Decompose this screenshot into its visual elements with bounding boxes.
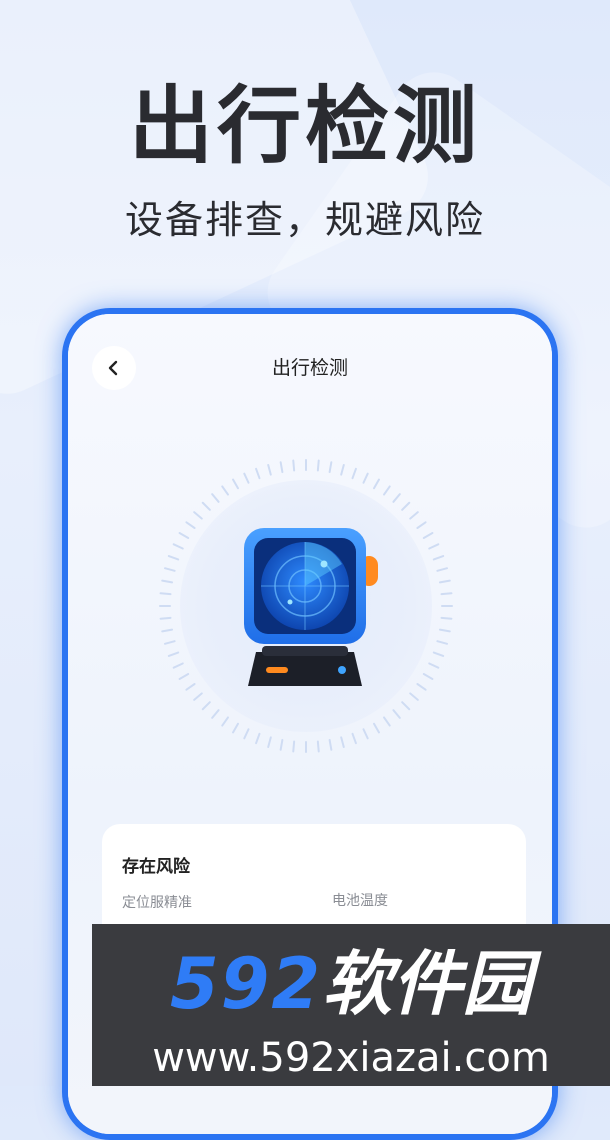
scan-tick [185,521,196,529]
scan-tick [362,472,369,484]
scan-tick [428,543,440,550]
scan-tick [255,467,261,480]
scan-tick [172,662,184,669]
scan-tick [328,738,333,751]
scan-tick [428,662,440,669]
scan-tick [416,521,427,529]
scan-tick [161,579,174,584]
scan-tick [422,673,434,680]
scan-tick [172,543,184,550]
scan-tick [161,628,174,633]
scan-tick [185,683,196,691]
scan-tick [178,532,190,539]
scan-tick [392,493,401,503]
scan-tick [163,567,176,572]
watermark-brand-number: 592 [169,943,323,1025]
scan-tick [279,461,284,474]
scan-tick [432,555,445,561]
scan-tick [373,722,380,734]
scan-tick [159,592,172,596]
scan-tick [383,485,391,496]
scan-tick [416,683,427,691]
scan-tick [211,493,220,503]
scan-tick [401,501,411,511]
scan-tick [440,616,453,620]
scan-tick [409,692,419,701]
watermark-brand-text: 软件园 [322,943,533,1025]
radar-device-icon [244,528,378,686]
hero-subtitle: 设备排查，规避风险 [124,198,485,242]
scan-tick [267,736,272,749]
watermark-logo: 592软件园 [92,942,610,1026]
scan-tick [167,555,180,561]
scan-tick [401,701,411,711]
scan-tick [163,640,176,645]
scan-tick [159,616,172,620]
scan-tick [167,651,180,657]
scan-tick [432,651,445,657]
scan-tick [409,511,419,520]
screen-title: 出行检测 [271,357,348,379]
scan-tick [232,722,239,734]
scan-tick [362,728,369,740]
scan-tick [292,740,296,753]
scan-tick [438,628,451,633]
scan-tick [383,716,391,727]
scan-tick [279,738,284,751]
scan-tick [373,478,380,490]
scan-tick [436,640,449,645]
scan-tick [438,579,451,584]
scan-tick [243,728,250,740]
risk-card-title: 存在风险 [122,857,190,877]
scan-tick [221,716,229,727]
scan-tick [193,511,203,520]
scan-tick [232,478,239,490]
scan-tick [201,501,211,511]
scan-tick [392,709,401,719]
scan-tick [178,673,190,680]
risk-item-battery: 电池温度 [332,893,388,909]
risk-item-location: 定位服精准 [122,895,192,911]
scan-tick [193,692,203,701]
scan-tick [243,472,250,484]
scan-tick [267,463,272,476]
scan-tick [422,532,434,539]
scan-tick [201,701,211,711]
scan-tick [316,740,320,753]
watermark-url: www.592xiazai.com [152,1035,550,1081]
scan-tick [436,567,449,572]
scan-tick [440,592,453,596]
scan-tick [316,459,320,472]
scan-tick [328,461,333,474]
scan-tick [351,732,357,745]
scan-tick [340,736,345,749]
scan-tick [221,485,229,496]
scan-tick [211,709,220,719]
watermark-banner: 592软件园 www.592xiazai.com [92,924,610,1086]
hero-title: 出行检测 [128,77,481,175]
scan-tick [292,459,296,472]
scan-tick [340,463,345,476]
radar-scanner [154,454,458,758]
scan-tick [255,732,261,745]
scan-tick [351,467,357,480]
